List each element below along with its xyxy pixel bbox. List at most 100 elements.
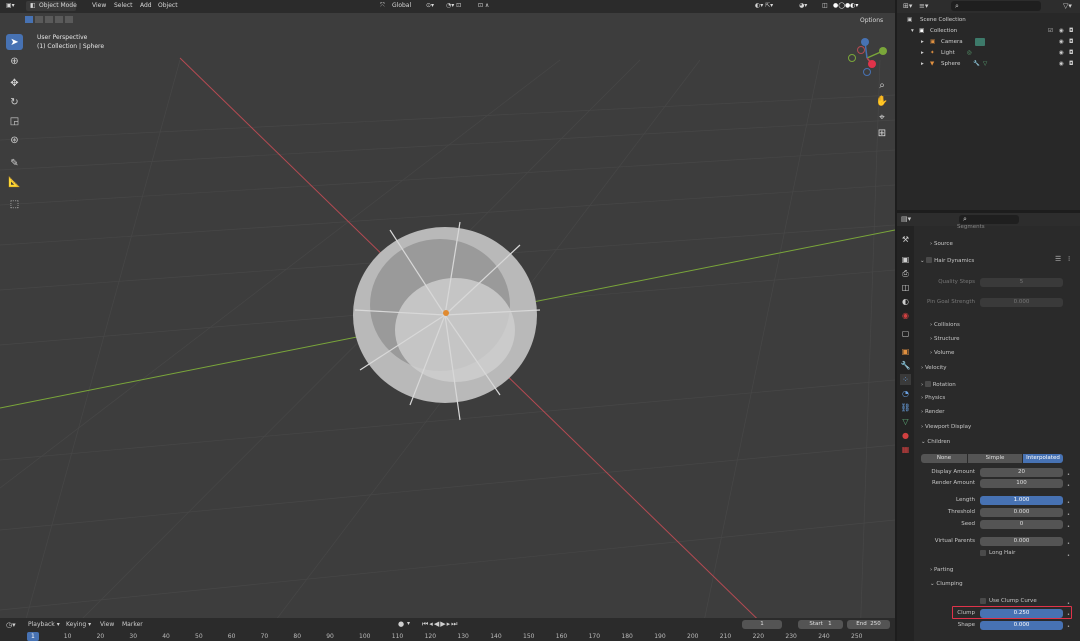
output-tab-icon[interactable]: ⎙: [900, 268, 911, 279]
data-tab-icon[interactable]: ▽: [900, 416, 911, 427]
annotate-tool-icon[interactable]: ✎: [6, 155, 23, 171]
keyframe-dot-icon[interactable]: •: [1067, 553, 1070, 559]
expand-arrow-icon[interactable]: ▸: [921, 61, 924, 67]
quality-steps-field[interactable]: 5: [980, 278, 1063, 287]
long-hair-checkbox[interactable]: [980, 550, 986, 556]
keyframe-dot-icon[interactable]: •: [1067, 512, 1070, 518]
timeline-view-menu[interactable]: View: [100, 621, 114, 628]
checkbox-icon[interactable]: ☑: [1048, 28, 1053, 34]
navigation-gizmo[interactable]: [845, 36, 889, 80]
select-invert-icon[interactable]: [55, 16, 63, 23]
texture-tab-icon[interactable]: ▦: [900, 444, 911, 455]
camera-render-icon[interactable]: ◘: [1069, 39, 1073, 45]
add-cube-tool-icon[interactable]: ⬚: [6, 196, 23, 212]
child-mode-interpolated[interactable]: Interpolated: [1023, 454, 1063, 463]
keyframe-dot-icon[interactable]: •: [1067, 624, 1070, 630]
camera-view-icon[interactable]: ⌖: [874, 112, 890, 126]
clump-slider[interactable]: 0.250: [980, 609, 1063, 618]
outliner-search-input[interactable]: [951, 1, 1041, 11]
current-frame-field[interactable]: 1: [742, 620, 782, 629]
virtual-parents-field[interactable]: 0.000: [980, 537, 1063, 546]
camera-render-icon[interactable]: ◘: [1069, 61, 1073, 67]
record-icon[interactable]: ●: [398, 620, 404, 628]
visibility-icon[interactable]: ◐▾ ⇱▾: [755, 2, 773, 9]
timeline-editor-icon[interactable]: ◷▾: [6, 621, 16, 629]
velocity-section[interactable]: › Velocity: [921, 365, 947, 371]
select-intersect-icon[interactable]: [65, 16, 73, 23]
outliner-panel[interactable]: ⊞▾ ≡▾ ⌕ ▽▾ ▣ Scene Collection ▾ ▣ Collec…: [897, 0, 1080, 210]
collisions-section[interactable]: › Collisions: [930, 322, 960, 328]
menu-add[interactable]: Add: [140, 2, 152, 9]
outliner-row-sphere[interactable]: ▸ ▼ Sphere 🔧 ▽ ◉ ◘: [897, 59, 1080, 70]
object-tab-icon[interactable]: ▣: [900, 346, 911, 357]
drag-handle-icon[interactable]: ⁞: [1068, 255, 1070, 263]
children-section[interactable]: ⌄ Children: [921, 439, 950, 445]
overlay-icon[interactable]: ◕▾: [799, 2, 807, 9]
transform-tool-icon[interactable]: ⊛: [6, 132, 23, 148]
hair-dynamics-section[interactable]: ⌄ Hair Dynamics: [920, 256, 974, 264]
particles-tab-icon[interactable]: ⁘: [900, 374, 911, 385]
menu-object[interactable]: Object: [158, 2, 178, 9]
expand-arrow-icon[interactable]: ▸: [921, 39, 924, 45]
start-frame-field[interactable]: Start 1: [798, 620, 843, 629]
physics-section[interactable]: › Physics: [921, 395, 945, 401]
rotation-checkbox[interactable]: [924, 381, 931, 387]
hair-dynamics-checkbox[interactable]: [926, 257, 933, 263]
source-section[interactable]: › Source: [930, 241, 953, 247]
seed-field[interactable]: 0: [980, 520, 1063, 529]
pin-goal-field[interactable]: 0.000: [980, 298, 1063, 307]
render-tab-icon[interactable]: ▣: [900, 254, 911, 265]
xray-icon[interactable]: ◫: [822, 2, 828, 9]
rotate-tool-icon[interactable]: ↻: [6, 94, 23, 110]
move-tool-icon[interactable]: ✥: [6, 75, 23, 91]
world-tab-icon[interactable]: ◉: [900, 310, 911, 321]
select-tool-icon[interactable]: ➤: [6, 34, 23, 50]
constraints-tab-icon[interactable]: ⛓: [900, 402, 911, 413]
menu-view[interactable]: View: [92, 2, 106, 9]
select-new-icon[interactable]: [25, 16, 33, 23]
outliner-editor-icon[interactable]: ⊞▾: [903, 2, 912, 10]
cursor-tool-icon[interactable]: ⊕: [6, 53, 23, 69]
viewport-display-section[interactable]: › Viewport Display: [921, 424, 971, 430]
physics-tab-icon[interactable]: ◔: [900, 388, 911, 399]
material-tab-icon[interactable]: ●: [900, 430, 911, 441]
eye-icon[interactable]: ◉: [1059, 50, 1064, 56]
structure-section[interactable]: › Structure: [930, 336, 960, 342]
camera-render-icon[interactable]: ◘: [1069, 28, 1073, 34]
use-clump-curve-checkbox[interactable]: [980, 598, 986, 604]
expand-arrow-icon[interactable]: ▾: [911, 28, 914, 34]
options-button[interactable]: Options: [860, 17, 883, 24]
render-section[interactable]: › Render: [921, 409, 945, 415]
properties-search-input[interactable]: [959, 215, 1019, 224]
volume-section[interactable]: › Volume: [930, 350, 954, 356]
filter-icon[interactable]: ▽▾: [1063, 2, 1072, 10]
select-extend-icon[interactable]: [35, 16, 43, 23]
eye-icon[interactable]: ◉: [1059, 61, 1064, 67]
keying-menu[interactable]: Keying ▾: [66, 621, 91, 628]
outliner-row-scene[interactable]: ▣ Scene Collection: [897, 15, 1080, 26]
shape-slider[interactable]: 0.000: [980, 621, 1063, 630]
snap-icon[interactable]: ◔▾ ⊡: [446, 2, 461, 9]
auto-key-icon[interactable]: ▾: [407, 620, 410, 627]
display-mode-icon[interactable]: ≡▾: [919, 2, 928, 10]
eye-icon[interactable]: ◉: [1059, 39, 1064, 45]
outliner-row-camera[interactable]: ▸ ▣ Camera ◉ ◘: [897, 37, 1080, 48]
clumping-section[interactable]: ⌄ Clumping: [930, 581, 963, 587]
editor-type-icon[interactable]: ▣▾: [6, 2, 15, 9]
scale-tool-icon[interactable]: ◲: [6, 113, 23, 129]
playback-controls-icon[interactable]: ⏮◂◀▶▸⏭: [422, 620, 458, 629]
view-layer-tab-icon[interactable]: ◫: [900, 282, 911, 293]
keyframe-dot-icon[interactable]: •: [1067, 483, 1070, 489]
child-mode-simple[interactable]: Simple: [968, 454, 1022, 463]
pan-hand-icon[interactable]: ✋: [874, 96, 890, 110]
length-slider[interactable]: 1.000: [980, 496, 1063, 505]
measure-tool-icon[interactable]: 📐: [6, 174, 23, 190]
keyframe-dot-icon[interactable]: •: [1067, 524, 1070, 530]
shading-modes-icon[interactable]: ●◯●◐▾: [833, 2, 858, 9]
keyframe-dot-icon[interactable]: •: [1067, 541, 1070, 547]
collection-tab-icon[interactable]: ▢: [900, 328, 911, 339]
parting-section[interactable]: › Parting: [930, 567, 953, 573]
expand-arrow-icon[interactable]: ▸: [921, 50, 924, 56]
scene-tab-icon[interactable]: ◐: [900, 296, 911, 307]
keyframe-dot-icon[interactable]: •: [1067, 500, 1070, 506]
